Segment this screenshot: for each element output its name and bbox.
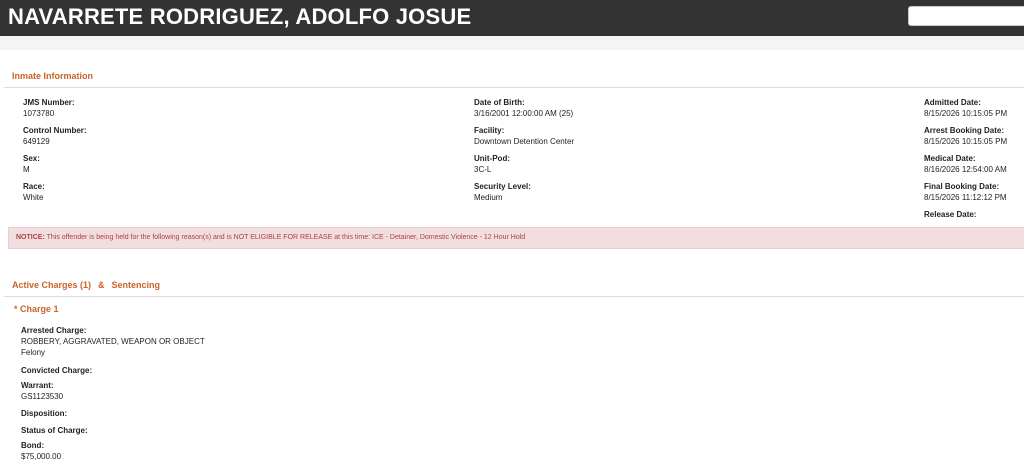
field-value: ROBBERY, AGGRAVATED, WEAPON OR OBJECT — [21, 337, 205, 346]
field-label: Status of Charge: — [21, 426, 88, 435]
field-value: Downtown Detention Center — [474, 137, 575, 146]
inmate-name-title: NAVARRETE RODRIGUEZ, ADOLFO JOSUE — [8, 4, 472, 29]
field-label: Sex: — [23, 154, 40, 163]
field-value: 8/15/2026 10:15:05 PM — [924, 137, 1008, 146]
field-value: 8/16/2026 12:54:00 AM — [924, 165, 1007, 174]
field-label: JMS Number: — [23, 98, 75, 107]
field-value: GS1123530 — [21, 392, 64, 401]
field-value: 1073780 — [23, 109, 55, 118]
facility-field: Facility: Downtown Detention Center — [474, 125, 574, 147]
field-label: Race: — [23, 182, 45, 191]
field-label: Arrested Charge: — [21, 326, 87, 335]
notice-text: This offender is being held for the foll… — [46, 234, 526, 241]
field-label: Arrest Booking Date: — [924, 126, 1005, 135]
field-label: Disposition: — [21, 409, 68, 418]
page-header: NAVARRETE RODRIGUEZ, ADOLFO JOSUE — [0, 0, 1024, 36]
charges-divider — [4, 296, 1024, 297]
field-label: Security Level: — [474, 182, 531, 191]
notice-label: NOTICE: — [16, 234, 45, 241]
field-label: Control Number: — [23, 126, 87, 135]
disposition-field: Disposition: — [21, 408, 67, 419]
inmate-info-title: Inmate Information — [12, 71, 94, 81]
arrested-charge-field: Arrested Charge: ROBBERY, AGGRAVATED, WE… — [21, 325, 205, 358]
sex-field: Sex: M — [23, 153, 40, 175]
medical-date-field: Medical Date: 8/16/2026 12:54:00 AM — [924, 153, 1007, 175]
admitted-date-field: Admitted Date: 8/15/2026 10:15:05 PM — [924, 97, 1007, 119]
final-booking-date-field: Final Booking Date: 8/15/2026 11:12:12 P… — [924, 181, 1007, 203]
control-number-field: Control Number: 649129 — [23, 125, 87, 147]
field-label: Facility: — [474, 126, 505, 135]
date-of-birth-field: Date of Birth: 3/16/2001 12:00:00 AM (25… — [474, 97, 573, 119]
active-charges-label: Active Charges (1) — [12, 280, 92, 290]
field-label: Bond: — [21, 441, 45, 450]
release-notice-banner: NOTICE: This offender is being held for … — [8, 227, 1024, 249]
unit-pod-field: Unit-Pod: 3C-L — [474, 153, 510, 175]
warrant-field: Warrant: GS1123530 — [21, 380, 63, 402]
arrest-booking-date-field: Arrest Booking Date: 8/15/2026 10:15:05 … — [924, 125, 1007, 147]
field-value: 3C-L — [474, 165, 492, 174]
field-value: $75,000.00 — [21, 452, 62, 461]
convicted-charge-field: Convicted Charge: — [21, 365, 92, 376]
status-of-charge-field: Status of Charge: — [21, 425, 88, 436]
inmate-info-divider — [4, 87, 1024, 88]
field-label: Date of Birth: — [474, 98, 525, 107]
field-value: 8/15/2026 10:15:05 PM — [924, 109, 1008, 118]
active-charges-title: Active Charges (1) & Sentencing — [12, 280, 160, 290]
field-label: Warrant: — [21, 381, 54, 390]
field-value: White — [23, 193, 44, 202]
search-input[interactable] — [908, 6, 1024, 26]
field-value: 8/15/2026 11:12:12 PM — [924, 193, 1007, 202]
field-label: Unit-Pod: — [474, 154, 510, 163]
field-label: Admitted Date: — [924, 98, 981, 107]
header-strip — [0, 36, 1024, 50]
field-value: M — [23, 165, 30, 174]
charge-class-value: Felony — [21, 348, 46, 357]
field-value: 649129 — [23, 137, 50, 146]
race-field: Race: White — [23, 181, 45, 203]
sentencing-label: Sentencing — [111, 280, 161, 290]
field-value: 3/16/2001 12:00:00 AM (25) — [474, 109, 574, 118]
release-date-field: Release Date: — [924, 209, 976, 220]
charge-1-title: * Charge 1 — [14, 304, 59, 314]
field-label: Release Date: — [924, 210, 977, 219]
jms-number-field: JMS Number: 1073780 — [23, 97, 75, 119]
field-label: Convicted Charge: — [21, 366, 93, 375]
security-level-field: Security Level: Medium — [474, 181, 531, 203]
field-label: Medical Date: — [924, 154, 976, 163]
bond-field: Bond: $75,000.00 — [21, 440, 61, 462]
ampersand: & — [98, 280, 105, 290]
field-value: Medium — [474, 193, 503, 202]
field-label: Final Booking Date: — [924, 182, 1000, 191]
